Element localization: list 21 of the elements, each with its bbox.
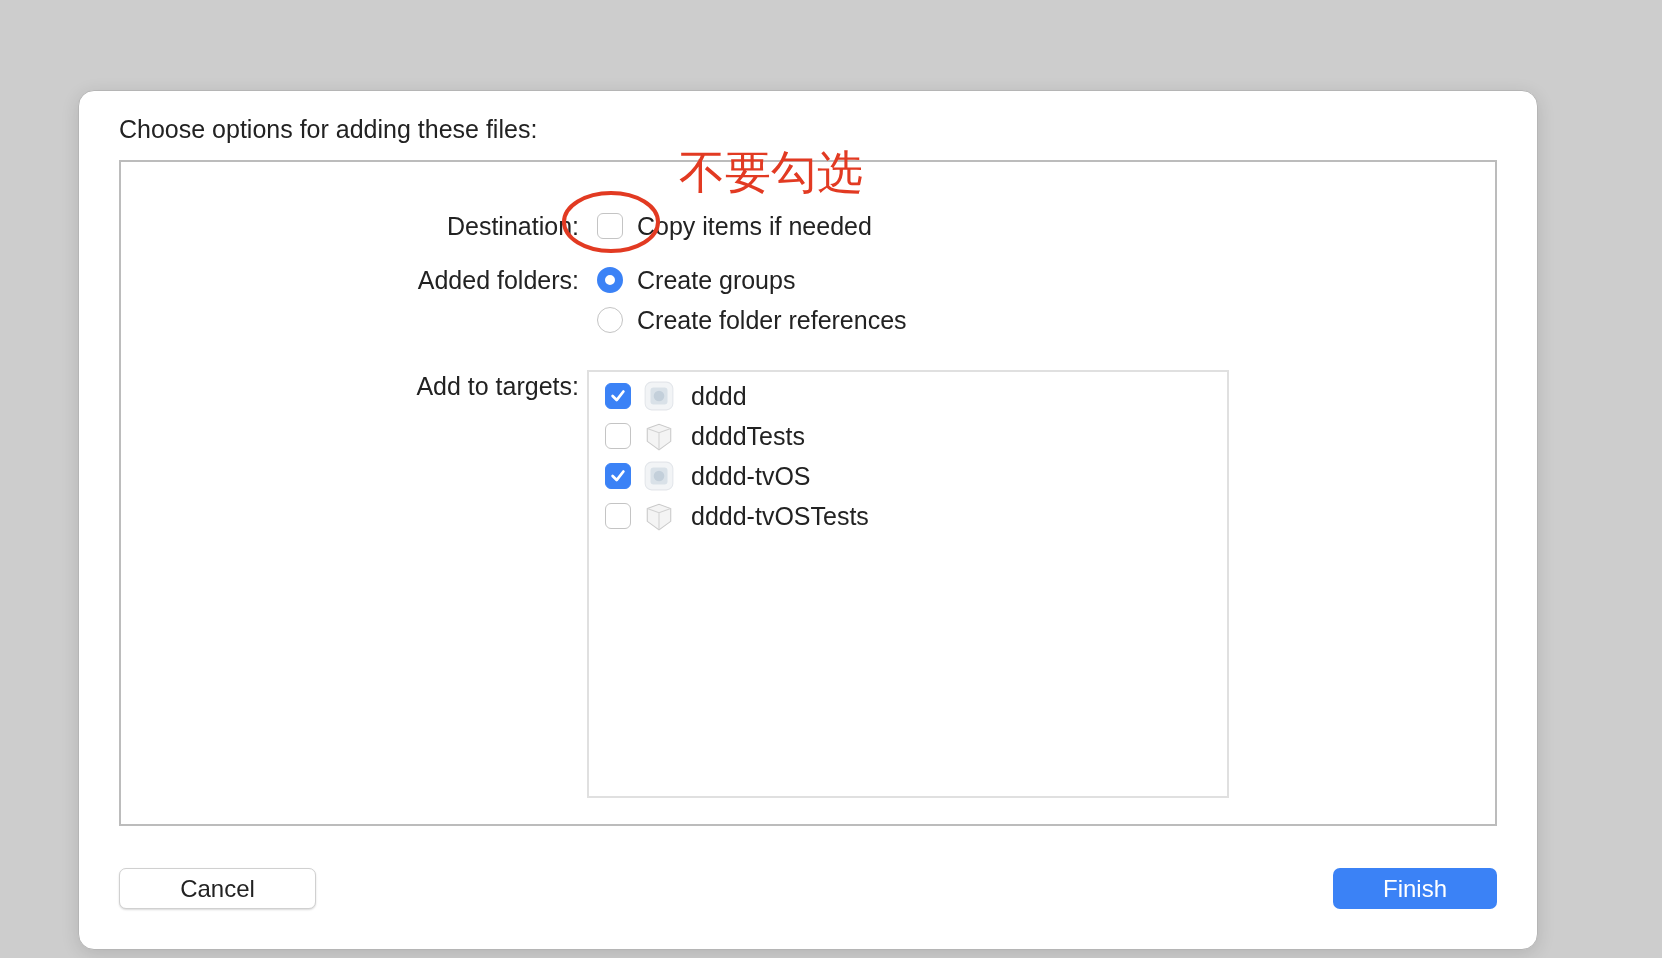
target-checkbox[interactable] [605, 463, 631, 489]
radio-button[interactable] [597, 267, 623, 293]
copy-checkbox[interactable] [597, 213, 623, 239]
app-target-icon [643, 460, 675, 492]
radio-button[interactable] [597, 307, 623, 333]
target-checkbox[interactable] [605, 423, 631, 449]
app-target-icon [643, 380, 675, 412]
targets-label: Add to targets: [416, 371, 579, 402]
added-folders-label: Added folders: [417, 265, 579, 296]
cancel-button[interactable]: Cancel [119, 868, 316, 909]
radio-label[interactable]: Create groups [637, 265, 796, 295]
target-name[interactable]: dddd-tvOSTests [691, 501, 869, 531]
target-name[interactable]: dddd [691, 381, 747, 411]
radio-label[interactable]: Create folder references [637, 305, 907, 335]
target-checkbox[interactable] [605, 383, 631, 409]
target-name[interactable]: ddddTests [691, 421, 805, 451]
annotation-text: 不要勾选 [679, 144, 863, 201]
dialog-title: Choose options for adding these files: [119, 115, 538, 144]
target-checkbox[interactable] [605, 503, 631, 529]
target-name[interactable]: dddd-tvOS [691, 461, 811, 491]
finish-button[interactable]: Finish [1333, 868, 1497, 909]
